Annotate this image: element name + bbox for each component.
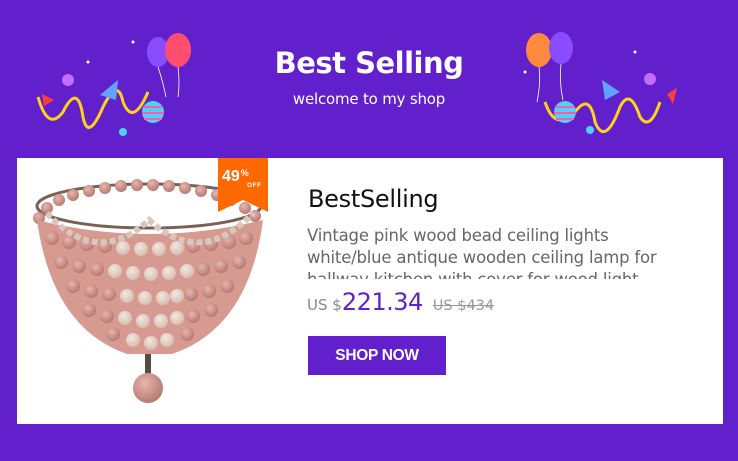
product-description[interactable]: Vintage pink wood bead ceiling lights wh… (307, 225, 687, 279)
banner: Best Selling welcome to my shop (0, 0, 738, 157)
discount-symbol: % (240, 168, 249, 178)
price-currency: US $ (307, 296, 342, 314)
party-balloons-left-icon (36, 33, 191, 136)
product-card[interactable]: 49% OFF BestSelling Vintage pink wood be… (17, 158, 723, 424)
old-price: US $434 (432, 298, 495, 314)
shop-now-button[interactable]: SHOP NOW (308, 336, 446, 375)
party-balloons-right-icon (523, 32, 677, 134)
price-row: US $221.34 US $434 (307, 288, 494, 318)
product-brand-name[interactable]: BestSelling (308, 185, 439, 213)
discount-off-label: OFF (247, 182, 262, 189)
current-price: 221.34 (341, 288, 423, 316)
discount-percent: 49% (222, 168, 249, 185)
